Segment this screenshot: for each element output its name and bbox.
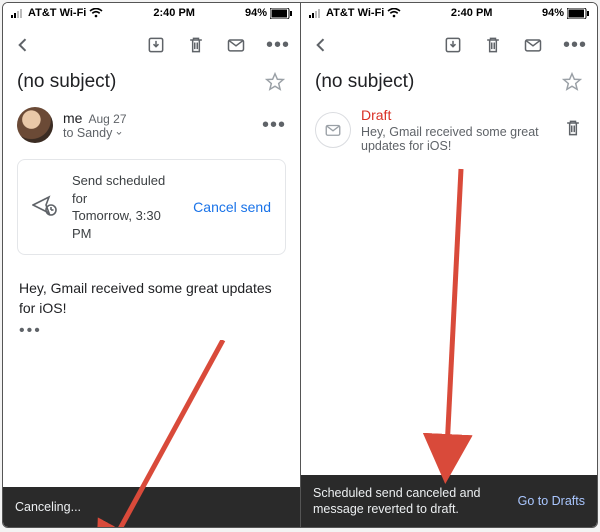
- star-button[interactable]: [264, 71, 286, 93]
- draft-row[interactable]: Draft Hey, Gmail received some great upd…: [301, 101, 597, 159]
- toast: Scheduled send canceled and message reve…: [301, 475, 597, 528]
- pane-scheduled-email: AT&T Wi-Fi 2:40 PM 94% ••• (no subject): [3, 3, 300, 527]
- schedule-line1: Send scheduled for: [72, 172, 179, 207]
- status-bar: AT&T Wi-Fi 2:40 PM 94%: [301, 3, 597, 23]
- cancel-send-button[interactable]: Cancel send: [193, 199, 271, 215]
- delete-button[interactable]: [483, 35, 503, 55]
- annotation-arrow: [301, 159, 598, 489]
- sender-row: me Aug 27 to Sandy •••: [3, 101, 300, 149]
- envelope-icon: [324, 121, 342, 139]
- draft-label: Draft: [361, 107, 553, 123]
- sender-name: me: [63, 110, 82, 126]
- archive-button[interactable]: [443, 35, 463, 55]
- battery-icon: [567, 8, 589, 19]
- to-line: to Sandy: [63, 126, 112, 140]
- go-to-drafts-button[interactable]: Go to Drafts: [518, 493, 585, 509]
- carrier-label: AT&T Wi-Fi: [28, 7, 86, 19]
- wifi-icon: [387, 8, 401, 18]
- carrier-label: AT&T Wi-Fi: [326, 7, 384, 19]
- schedule-send-icon: [32, 194, 58, 221]
- time-label: 2:40 PM: [451, 7, 493, 19]
- wifi-icon: [89, 8, 103, 18]
- star-button[interactable]: [561, 71, 583, 93]
- battery-icon: [270, 8, 292, 19]
- signal-icon: [309, 8, 323, 18]
- delete-button[interactable]: [186, 35, 206, 55]
- back-button[interactable]: [311, 35, 331, 55]
- subject-row: (no subject): [3, 67, 300, 101]
- pane-draft-reverted: AT&T Wi-Fi 2:40 PM 94% ••• (no subject): [300, 3, 597, 527]
- archive-button[interactable]: [146, 35, 166, 55]
- mark-unread-button[interactable]: [523, 35, 543, 55]
- message-body: Hey, Gmail received some great updates f…: [3, 265, 300, 322]
- toast-message: Canceling...: [15, 499, 288, 515]
- chevron-down-icon: [114, 128, 124, 138]
- message-more-button[interactable]: •••: [262, 115, 286, 135]
- nav-bar: •••: [301, 23, 597, 67]
- toast: Canceling...: [3, 487, 300, 527]
- sender-date: Aug 27: [88, 112, 126, 126]
- expand-recipients[interactable]: to Sandy: [63, 126, 252, 140]
- delete-draft-button[interactable]: [563, 118, 583, 143]
- avatar[interactable]: [17, 107, 53, 143]
- back-button[interactable]: [13, 35, 33, 55]
- schedule-card: Send scheduled for Tomorrow, 3:30 PM Can…: [17, 159, 286, 255]
- more-button[interactable]: •••: [266, 35, 290, 55]
- toast-message: Scheduled send canceled and message reve…: [313, 485, 518, 518]
- show-trimmed-button[interactable]: •••: [3, 322, 300, 340]
- time-label: 2:40 PM: [153, 7, 195, 19]
- battery-label: 94%: [245, 7, 267, 19]
- battery-label: 94%: [542, 7, 564, 19]
- subject-text: (no subject): [17, 71, 116, 93]
- schedule-line2: Tomorrow, 3:30 PM: [72, 207, 179, 242]
- more-button[interactable]: •••: [563, 35, 587, 55]
- mark-unread-button[interactable]: [226, 35, 246, 55]
- status-bar: AT&T Wi-Fi 2:40 PM 94%: [3, 3, 300, 23]
- subject-row: (no subject): [301, 67, 597, 101]
- signal-icon: [11, 8, 25, 18]
- draft-snippet: Hey, Gmail received some great updates f…: [361, 123, 553, 153]
- subject-text: (no subject): [315, 71, 414, 93]
- nav-bar: •••: [3, 23, 300, 67]
- draft-avatar: [315, 112, 351, 148]
